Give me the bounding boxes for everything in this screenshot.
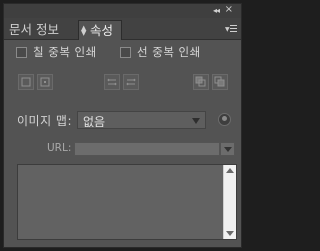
tab-document-info-label: 문서 정보 — [9, 22, 59, 37]
attributes-panel: ◂◂ × 문서 정보 ▲ ▼ 속성 ▼ 칠 중복 인쇄 선 중복 인쇄 이미지 … — [3, 3, 242, 248]
scroll-up-icon[interactable] — [226, 168, 234, 173]
globe-icon[interactable] — [218, 113, 231, 126]
swap-left-icon[interactable] — [104, 74, 120, 90]
image-map-select[interactable]: 없음 — [77, 111, 206, 129]
image-map-value: 없음 — [83, 115, 106, 129]
image-map-label: 이미지 맵: — [17, 114, 73, 128]
swap-right-icon[interactable] — [123, 74, 139, 90]
url-label: URL: — [47, 142, 72, 154]
scroll-down-icon[interactable] — [226, 231, 234, 236]
chevron-down-icon — [192, 118, 200, 124]
arrange-back-icon[interactable] — [193, 74, 209, 90]
stroke-overprint-option[interactable]: 선 중복 인쇄 — [120, 45, 201, 59]
tab-document-info[interactable]: 문서 정보 — [5, 20, 77, 40]
tab-attributes-label: 속성 — [90, 23, 114, 38]
arrange-front-icon[interactable] — [212, 74, 228, 90]
tab-arrows-icon: ▲ ▼ — [81, 24, 87, 37]
panel-menu-icon[interactable]: ▼ — [225, 24, 237, 34]
alt-text-area[interactable] — [17, 164, 237, 240]
fill-overprint-label: 칠 중복 인쇄 — [33, 45, 97, 59]
tab-attributes[interactable]: ▲ ▼ 속성 — [78, 20, 122, 40]
textarea-scrollbar[interactable] — [223, 165, 236, 239]
collapse-icon[interactable]: ◂◂ — [213, 6, 220, 15]
url-input[interactable] — [74, 142, 220, 156]
align-center-icon[interactable] — [37, 74, 53, 90]
align-left-icon[interactable] — [18, 74, 34, 90]
url-dropdown-button[interactable] — [220, 142, 235, 156]
panel-titlebar: ◂◂ × — [4, 4, 241, 18]
fill-overprint-checkbox[interactable] — [16, 46, 27, 58]
fill-overprint-option[interactable]: 칠 중복 인쇄 — [16, 45, 97, 59]
tab-bar: 문서 정보 ▲ ▼ 속성 ▼ — [4, 18, 241, 40]
close-icon[interactable]: × — [225, 4, 233, 15]
stroke-overprint-checkbox[interactable] — [120, 46, 131, 58]
toolbar-row — [18, 74, 232, 92]
stroke-overprint-label: 선 중복 인쇄 — [137, 45, 201, 59]
